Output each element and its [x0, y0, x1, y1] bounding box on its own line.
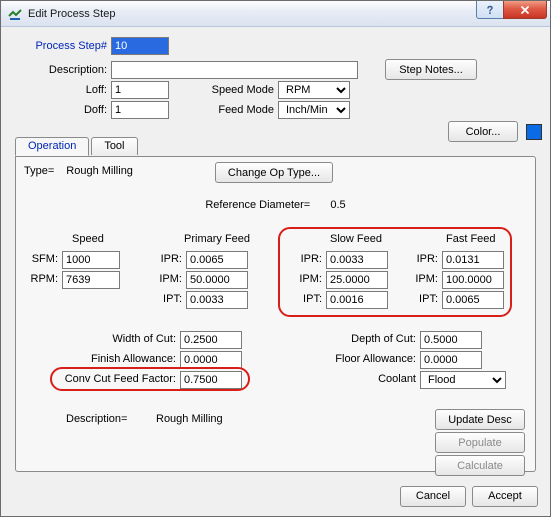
- feed-mode-label: Feed Mode: [169, 104, 274, 116]
- accept-button[interactable]: Accept: [472, 486, 538, 507]
- tab-strip: Operation Tool: [15, 137, 140, 155]
- width-of-cut-field[interactable]: [180, 331, 242, 349]
- speed-mode-label: Speed Mode: [169, 84, 274, 96]
- slow-ipr-label: IPR:: [286, 253, 322, 265]
- loff-label: Loff:: [9, 84, 107, 96]
- slow-ipm-field[interactable]: [326, 271, 388, 289]
- conv-cut-feed-factor-label: Conv Cut Feed Factor:: [16, 373, 176, 385]
- step-notes-button[interactable]: Step Notes...: [385, 59, 477, 80]
- process-step-label: Process Step#: [9, 40, 107, 52]
- tab-tool[interactable]: Tool: [91, 137, 137, 155]
- primary-feed-header: Primary Feed: [184, 233, 250, 245]
- depth-of-cut-field[interactable]: [420, 331, 482, 349]
- feed-mode-select[interactable]: Inch/Min: [278, 101, 350, 119]
- conv-cut-feed-factor-field[interactable]: [180, 371, 242, 389]
- description-field[interactable]: [111, 61, 358, 79]
- calculate-button[interactable]: Calculate: [435, 455, 525, 476]
- type-value: Rough Milling: [66, 165, 133, 177]
- primary-ipm-label: IPM:: [146, 273, 182, 285]
- primary-ipt-label: IPT:: [146, 293, 182, 305]
- reference-diameter-row: Reference Diameter= 0.5: [16, 199, 535, 211]
- slow-feed-header: Slow Feed: [330, 233, 382, 245]
- doff-label: Doff:: [9, 104, 107, 116]
- speed-mode-select[interactable]: RPM: [278, 81, 350, 99]
- primary-ipt-field[interactable]: [186, 291, 248, 309]
- rpm-label: RPM:: [16, 273, 58, 285]
- populate-button[interactable]: Populate: [435, 432, 525, 453]
- fast-ipt-field[interactable]: [442, 291, 504, 309]
- floor-allowance-label: Floor Allowance:: [296, 353, 416, 365]
- color-button[interactable]: Color...: [448, 121, 518, 142]
- finish-allowance-field[interactable]: [180, 351, 242, 369]
- help-button[interactable]: [476, 1, 504, 19]
- primary-ipr-field[interactable]: [186, 251, 248, 269]
- operation-tab-page: Type= Rough Milling Change Op Type... Re…: [15, 156, 536, 472]
- slow-ipr-field[interactable]: [326, 251, 388, 269]
- app-icon: [7, 6, 23, 22]
- color-swatch: [526, 124, 542, 140]
- primary-ipr-label: IPR:: [146, 253, 182, 265]
- client-area: Process Step# Description: Step Notes...…: [1, 27, 550, 516]
- reference-diameter-label: Reference Diameter=: [205, 199, 310, 211]
- close-button[interactable]: [503, 1, 547, 19]
- coolant-label: Coolant: [296, 373, 416, 385]
- dialog-footer: Cancel Accept: [1, 476, 550, 516]
- cancel-button[interactable]: Cancel: [400, 486, 466, 507]
- process-step-field[interactable]: [111, 37, 169, 55]
- window-buttons: [477, 1, 547, 19]
- sfm-field[interactable]: [62, 251, 120, 269]
- depth-of-cut-label: Depth of Cut:: [296, 333, 416, 345]
- slow-ipt-field[interactable]: [326, 291, 388, 309]
- fast-feed-header: Fast Feed: [446, 233, 496, 245]
- fast-ipr-label: IPR:: [402, 253, 438, 265]
- fast-ipr-field[interactable]: [442, 251, 504, 269]
- slow-ipm-label: IPM:: [286, 273, 322, 285]
- description2-label: Description=: [66, 413, 127, 425]
- change-op-type-button[interactable]: Change Op Type...: [215, 162, 333, 183]
- update-desc-button[interactable]: Update Desc: [435, 409, 525, 430]
- width-of-cut-label: Width of Cut:: [16, 333, 176, 345]
- floor-allowance-field[interactable]: [420, 351, 482, 369]
- rpm-field[interactable]: [62, 271, 120, 289]
- window-title: Edit Process Step: [28, 8, 115, 20]
- description2-value: Rough Milling: [156, 413, 223, 425]
- coolant-select[interactable]: Flood: [420, 371, 506, 389]
- fast-ipm-label: IPM:: [402, 273, 438, 285]
- finish-allowance-label: Finish Allowance:: [16, 353, 176, 365]
- loff-field[interactable]: [111, 81, 169, 99]
- type-label: Type=: [24, 165, 54, 177]
- description-label: Description:: [9, 64, 107, 76]
- reference-diameter-value: 0.5: [330, 199, 345, 211]
- primary-ipm-field[interactable]: [186, 271, 248, 289]
- edit-process-step-window: Edit Process Step Process Step# Descript…: [0, 0, 551, 517]
- slow-ipt-label: IPT:: [286, 293, 322, 305]
- fast-ipm-field[interactable]: [442, 271, 504, 289]
- fast-ipt-label: IPT:: [402, 293, 438, 305]
- doff-field[interactable]: [111, 101, 169, 119]
- speed-header: Speed: [72, 233, 104, 245]
- tab-operation[interactable]: Operation: [15, 137, 89, 156]
- title-bar: Edit Process Step: [1, 1, 550, 27]
- sfm-label: SFM:: [16, 253, 58, 265]
